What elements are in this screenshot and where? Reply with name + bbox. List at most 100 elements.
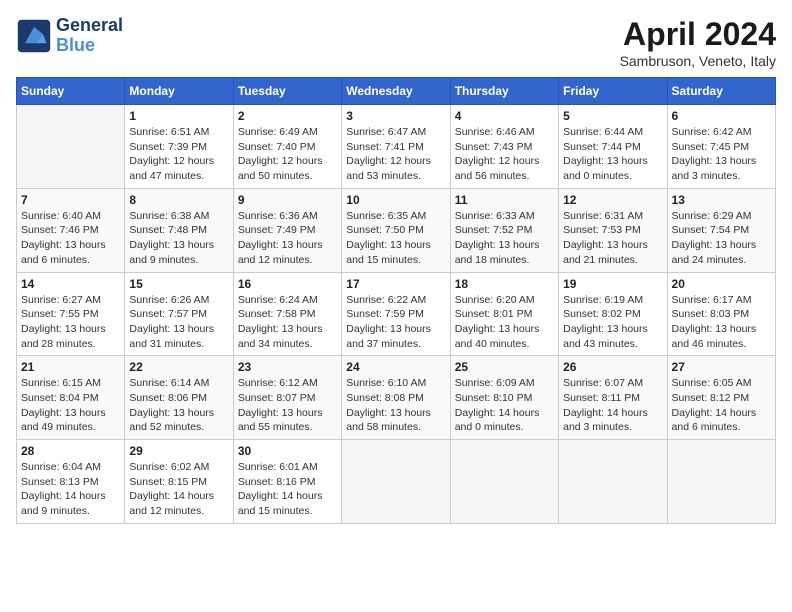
day-info: Sunrise: 6:15 AM Sunset: 8:04 PM Dayligh… [21, 376, 120, 435]
day-number: 4 [455, 109, 554, 123]
week-row-5: 28Sunrise: 6:04 AM Sunset: 8:13 PM Dayli… [17, 440, 776, 524]
day-info: Sunrise: 6:07 AM Sunset: 8:11 PM Dayligh… [563, 376, 662, 435]
column-header-friday: Friday [559, 78, 667, 105]
day-info: Sunrise: 6:05 AM Sunset: 8:12 PM Dayligh… [672, 376, 771, 435]
day-info: Sunrise: 6:35 AM Sunset: 7:50 PM Dayligh… [346, 209, 445, 268]
day-number: 21 [21, 360, 120, 374]
column-header-saturday: Saturday [667, 78, 775, 105]
day-number: 29 [129, 444, 228, 458]
day-cell: 7 Sunrise: 6:40 AM Sunset: 7:46 PM Daylig… [17, 188, 125, 272]
day-cell: 8 Sunrise: 6:38 AM Sunset: 7:48 PM Daylig… [125, 188, 233, 272]
header-row: SundayMondayTuesdayWednesdayThursdayFrid… [17, 78, 776, 105]
day-number: 11 [455, 193, 554, 207]
day-number: 14 [21, 277, 120, 291]
day-cell: 12 Sunrise: 6:31 AM Sunset: 7:53 PM Dayli… [559, 188, 667, 272]
day-info: Sunrise: 6:38 AM Sunset: 7:48 PM Dayligh… [129, 209, 228, 268]
day-cell: 30 Sunrise: 6:01 AM Sunset: 8:16 PM Dayli… [233, 440, 341, 524]
day-info: Sunrise: 6:17 AM Sunset: 8:03 PM Dayligh… [672, 293, 771, 352]
calendar-table: SundayMondayTuesdayWednesdayThursdayFrid… [16, 77, 776, 524]
day-number: 23 [238, 360, 337, 374]
day-info: Sunrise: 6:31 AM Sunset: 7:53 PM Dayligh… [563, 209, 662, 268]
day-number: 6 [672, 109, 771, 123]
day-cell: 2 Sunrise: 6:49 AM Sunset: 7:40 PM Daylig… [233, 105, 341, 189]
day-cell: 17Sunrise: 6:22 AM Sunset: 7:59 PM Dayli… [342, 272, 450, 356]
day-number: 26 [563, 360, 662, 374]
day-cell: 16 Sunrise: 6:24 AM Sunset: 7:58 PM Dayli… [233, 272, 341, 356]
page-header: General Blue April 2024 Sambruson, Venet… [16, 16, 776, 69]
day-number: 16 [238, 277, 337, 291]
day-number: 20 [672, 277, 771, 291]
day-number: 18 [455, 277, 554, 291]
week-row-3: 14 Sunrise: 6:27 AM Sunset: 7:55 PM Dayli… [17, 272, 776, 356]
day-cell: 25 Sunrise: 6:09 AM Sunset: 8:10 PM Dayli… [450, 356, 558, 440]
week-row-1: 1Sunrise: 6:51 AM Sunset: 7:39 PM Daylig… [17, 105, 776, 189]
day-cell: 24 Sunrise: 6:10 AM Sunset: 8:08 PM Dayli… [342, 356, 450, 440]
day-cell [559, 440, 667, 524]
column-header-thursday: Thursday [450, 78, 558, 105]
day-cell: 13Sunrise: 6:29 AM Sunset: 7:54 PM Dayli… [667, 188, 775, 272]
day-info: Sunrise: 6:01 AM Sunset: 8:16 PM Dayligh… [238, 460, 337, 519]
day-info: Sunrise: 6:33 AM Sunset: 7:52 PM Dayligh… [455, 209, 554, 268]
day-number: 15 [129, 277, 228, 291]
day-cell: 9 Sunrise: 6:36 AM Sunset: 7:49 PM Daylig… [233, 188, 341, 272]
day-info: Sunrise: 6:02 AM Sunset: 8:15 PM Dayligh… [129, 460, 228, 519]
day-number: 8 [129, 193, 228, 207]
day-cell: 1Sunrise: 6:51 AM Sunset: 7:39 PM Daylig… [125, 105, 233, 189]
day-cell: 18Sunrise: 6:20 AM Sunset: 8:01 PM Dayli… [450, 272, 558, 356]
day-info: Sunrise: 6:44 AM Sunset: 7:44 PM Dayligh… [563, 125, 662, 184]
day-cell: 21 Sunrise: 6:15 AM Sunset: 8:04 PM Dayli… [17, 356, 125, 440]
day-info: Sunrise: 6:40 AM Sunset: 7:46 PM Dayligh… [21, 209, 120, 268]
day-number: 3 [346, 109, 445, 123]
day-cell: 5 Sunrise: 6:44 AM Sunset: 7:44 PM Daylig… [559, 105, 667, 189]
day-number: 12 [563, 193, 662, 207]
day-cell: 6 Sunrise: 6:42 AM Sunset: 7:45 PM Daylig… [667, 105, 775, 189]
day-cell: 22 Sunrise: 6:14 AM Sunset: 8:06 PM Dayli… [125, 356, 233, 440]
day-cell: 3 Sunrise: 6:47 AM Sunset: 7:41 PM Daylig… [342, 105, 450, 189]
week-row-4: 21 Sunrise: 6:15 AM Sunset: 8:04 PM Dayli… [17, 356, 776, 440]
day-info: Sunrise: 6:09 AM Sunset: 8:10 PM Dayligh… [455, 376, 554, 435]
day-number: 28 [21, 444, 120, 458]
day-info: Sunrise: 6:47 AM Sunset: 7:41 PM Dayligh… [346, 125, 445, 184]
day-number: 22 [129, 360, 228, 374]
day-number: 24 [346, 360, 445, 374]
logo: General Blue [16, 16, 123, 56]
day-info: Sunrise: 6:19 AM Sunset: 8:02 PM Dayligh… [563, 293, 662, 352]
day-number: 10 [346, 193, 445, 207]
day-info: Sunrise: 6:14 AM Sunset: 8:06 PM Dayligh… [129, 376, 228, 435]
day-number: 30 [238, 444, 337, 458]
day-cell: 11 Sunrise: 6:33 AM Sunset: 7:52 PM Dayli… [450, 188, 558, 272]
day-cell: 15Sunrise: 6:26 AM Sunset: 7:57 PM Dayli… [125, 272, 233, 356]
day-info: Sunrise: 6:36 AM Sunset: 7:49 PM Dayligh… [238, 209, 337, 268]
day-info: Sunrise: 6:12 AM Sunset: 8:07 PM Dayligh… [238, 376, 337, 435]
day-number: 9 [238, 193, 337, 207]
logo-icon [16, 18, 52, 54]
column-header-sunday: Sunday [17, 78, 125, 105]
column-header-wednesday: Wednesday [342, 78, 450, 105]
logo-text: General Blue [56, 16, 123, 56]
day-number: 25 [455, 360, 554, 374]
main-title: April 2024 [620, 16, 776, 53]
day-info: Sunrise: 6:49 AM Sunset: 7:40 PM Dayligh… [238, 125, 337, 184]
day-info: Sunrise: 6:27 AM Sunset: 7:55 PM Dayligh… [21, 293, 120, 352]
day-number: 2 [238, 109, 337, 123]
day-cell: 4 Sunrise: 6:46 AM Sunset: 7:43 PM Daylig… [450, 105, 558, 189]
column-header-monday: Monday [125, 78, 233, 105]
day-cell [342, 440, 450, 524]
day-info: Sunrise: 6:10 AM Sunset: 8:08 PM Dayligh… [346, 376, 445, 435]
day-cell: 28Sunrise: 6:04 AM Sunset: 8:13 PM Dayli… [17, 440, 125, 524]
day-cell: 29 Sunrise: 6:02 AM Sunset: 8:15 PM Dayli… [125, 440, 233, 524]
column-header-tuesday: Tuesday [233, 78, 341, 105]
day-number: 27 [672, 360, 771, 374]
day-cell: 14 Sunrise: 6:27 AM Sunset: 7:55 PM Dayli… [17, 272, 125, 356]
title-block: April 2024 Sambruson, Veneto, Italy [620, 16, 776, 69]
day-info: Sunrise: 6:22 AM Sunset: 7:59 PM Dayligh… [346, 293, 445, 352]
day-number: 5 [563, 109, 662, 123]
day-info: Sunrise: 6:46 AM Sunset: 7:43 PM Dayligh… [455, 125, 554, 184]
day-info: Sunrise: 6:51 AM Sunset: 7:39 PM Dayligh… [129, 125, 228, 184]
day-info: Sunrise: 6:24 AM Sunset: 7:58 PM Dayligh… [238, 293, 337, 352]
day-cell: 23 Sunrise: 6:12 AM Sunset: 8:07 PM Dayli… [233, 356, 341, 440]
day-info: Sunrise: 6:42 AM Sunset: 7:45 PM Dayligh… [672, 125, 771, 184]
day-cell: 27 Sunrise: 6:05 AM Sunset: 8:12 PM Dayli… [667, 356, 775, 440]
day-number: 7 [21, 193, 120, 207]
day-number: 13 [672, 193, 771, 207]
